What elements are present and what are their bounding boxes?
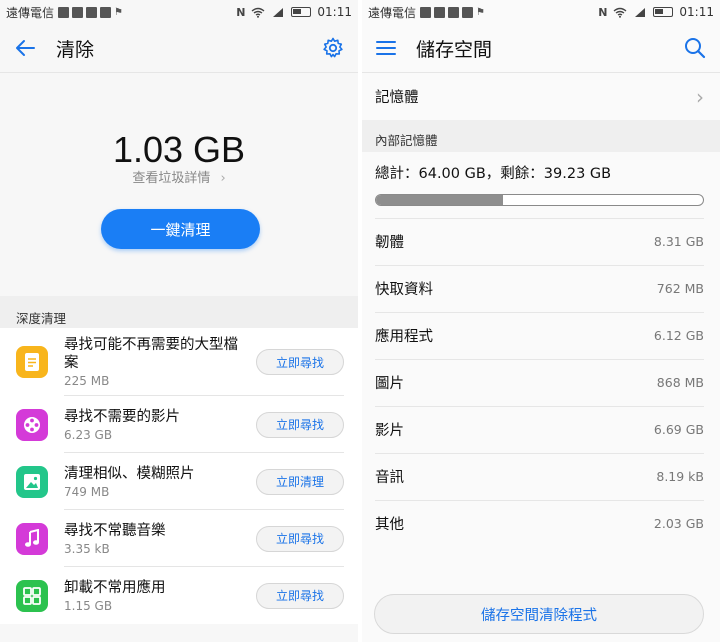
category-row-other[interactable]: 其他 2.03 GB bbox=[362, 500, 720, 547]
music-note-icon bbox=[16, 522, 48, 555]
clean-now-button[interactable]: 立即清理 bbox=[256, 468, 344, 495]
photo-icon bbox=[16, 465, 48, 498]
storage-screen: 遠傳電信 ⚑ N 01:11 儲存空間 記憶體 › 內部記憶體 總計：64.00… bbox=[362, 0, 720, 642]
memory-row[interactable]: 記憶體 › bbox=[362, 72, 720, 120]
back-arrow-icon[interactable] bbox=[14, 39, 36, 57]
item-size: 225 MB bbox=[64, 374, 110, 388]
search-icon[interactable] bbox=[684, 37, 706, 59]
mail-icon bbox=[58, 6, 70, 18]
category-row-cache[interactable]: 快取資料 762 MB bbox=[362, 265, 720, 312]
status-bar: 遠傳電信 ⚑ N 01:11 bbox=[0, 0, 358, 24]
list-item: 尋找不需要的影片 6.23 GB 立即尋找 bbox=[0, 396, 358, 453]
flag-icon: ⚑ bbox=[476, 6, 485, 18]
carrier-name: 遠傳電信 bbox=[6, 5, 55, 20]
item-size: 6.23 GB bbox=[64, 427, 113, 442]
find-now-button[interactable]: 立即尋找 bbox=[256, 582, 344, 609]
item-title: 尋找不需要的影片 bbox=[64, 408, 180, 425]
list-item: 尋找不常聽音樂 3.35 kB 立即尋找 bbox=[0, 510, 358, 567]
find-now-button[interactable]: 立即尋找 bbox=[256, 349, 344, 375]
item-size: 3.35 kB bbox=[64, 541, 110, 556]
memory-label: 記憶體 bbox=[375, 90, 419, 106]
item-title: 清理相似、模糊照片 bbox=[64, 465, 195, 482]
storage-used-fill bbox=[376, 195, 503, 205]
storage-categories: 韌體 8.31 GB 快取資料 762 MB 應用程式 6.12 GB 圖片 8… bbox=[362, 218, 720, 547]
mail-icon bbox=[420, 6, 432, 18]
category-row-firmware[interactable]: 韌體 8.31 GB bbox=[362, 218, 720, 265]
app-bar: 儲存空間 bbox=[362, 24, 720, 72]
wifi-icon bbox=[251, 7, 265, 18]
junk-details-link[interactable]: 查看垃圾詳情 › bbox=[0, 167, 358, 186]
battery-icon bbox=[291, 7, 312, 17]
item-size: 1.15 GB bbox=[64, 598, 113, 613]
chevron-right-icon: › bbox=[696, 84, 704, 109]
list-item: 卸載不常用應用 1.15 GB 立即尋找 bbox=[0, 567, 358, 624]
youtube-icon bbox=[448, 6, 460, 18]
message-icon bbox=[100, 6, 112, 18]
nfc-icon: N bbox=[236, 5, 246, 19]
nfc-icon: N bbox=[598, 5, 608, 19]
category-row-videos[interactable]: 影片 6.69 GB bbox=[362, 406, 720, 453]
item-title: 卸載不常用應用 bbox=[64, 579, 166, 596]
notification-icons: ⚑ bbox=[420, 6, 486, 18]
notification-icons: ⚑ bbox=[58, 6, 124, 18]
deep-clean-header: 深度清理 bbox=[0, 296, 358, 328]
battery-icon bbox=[653, 7, 674, 17]
app-bar: 清除 bbox=[0, 24, 358, 72]
page-title: 儲存空間 bbox=[416, 38, 493, 61]
message-icon bbox=[462, 6, 474, 18]
gear-icon[interactable] bbox=[322, 37, 344, 59]
list-item: 尋找可能不再需要的大型檔案 225 MB 立即尋找 bbox=[0, 328, 358, 396]
one-tap-clean-button[interactable]: 一鍵清理 bbox=[101, 209, 260, 249]
menu-icon[interactable] bbox=[376, 40, 396, 56]
category-row-audio[interactable]: 音訊 8.19 kB bbox=[362, 453, 720, 500]
list-item: 清理相似、模糊照片 749 MB 立即清理 bbox=[0, 453, 358, 510]
find-now-button[interactable]: 立即尋找 bbox=[256, 411, 344, 438]
carrier-name: 遠傳電信 bbox=[368, 5, 417, 20]
apps-grid-icon bbox=[16, 579, 48, 612]
document-icon bbox=[16, 346, 48, 378]
status-bar: 遠傳電信 ⚑ N 01:11 bbox=[362, 0, 720, 24]
item-title: 尋找不常聽音樂 bbox=[64, 522, 166, 539]
storage-cleaner-button[interactable]: 儲存空間清除程式 bbox=[374, 594, 704, 634]
clock: 01:11 bbox=[317, 5, 352, 19]
chevron-right-icon: › bbox=[220, 171, 226, 186]
clock: 01:11 bbox=[679, 5, 714, 19]
internal-storage-header: 內部記憶體 bbox=[362, 120, 720, 152]
junk-size: 1.03 GB bbox=[112, 129, 246, 170]
film-reel-icon bbox=[16, 408, 48, 441]
wifi-icon bbox=[613, 7, 627, 18]
facebook-icon bbox=[72, 6, 84, 18]
signal-icon bbox=[635, 7, 646, 17]
item-title: 尋找可能不再需要的大型檔案 bbox=[64, 337, 238, 371]
deep-clean-list: 尋找可能不再需要的大型檔案 225 MB 立即尋找 尋找不需要的影片 6.23 … bbox=[0, 328, 358, 624]
category-row-pictures[interactable]: 圖片 868 MB bbox=[362, 359, 720, 406]
find-now-button[interactable]: 立即尋找 bbox=[256, 525, 344, 552]
junk-summary: 1.03 GB 查看垃圾詳情 › 一鍵清理 bbox=[0, 72, 358, 296]
item-size: 749 MB bbox=[64, 484, 110, 499]
cleanup-screen: 遠傳電信 ⚑ N 01:11 清除 1.03 GB 查看垃圾詳情 › 一鍵清理 … bbox=[0, 0, 358, 642]
signal-icon bbox=[273, 7, 284, 17]
storage-bar bbox=[362, 184, 720, 218]
facebook-icon bbox=[434, 6, 446, 18]
flag-icon: ⚑ bbox=[114, 6, 123, 18]
youtube-icon bbox=[86, 6, 98, 18]
category-row-apps[interactable]: 應用程式 6.12 GB bbox=[362, 312, 720, 359]
storage-total: 總計：64.00 GB，剩餘：39.23 GB bbox=[362, 152, 720, 184]
page-title: 清除 bbox=[56, 38, 95, 61]
